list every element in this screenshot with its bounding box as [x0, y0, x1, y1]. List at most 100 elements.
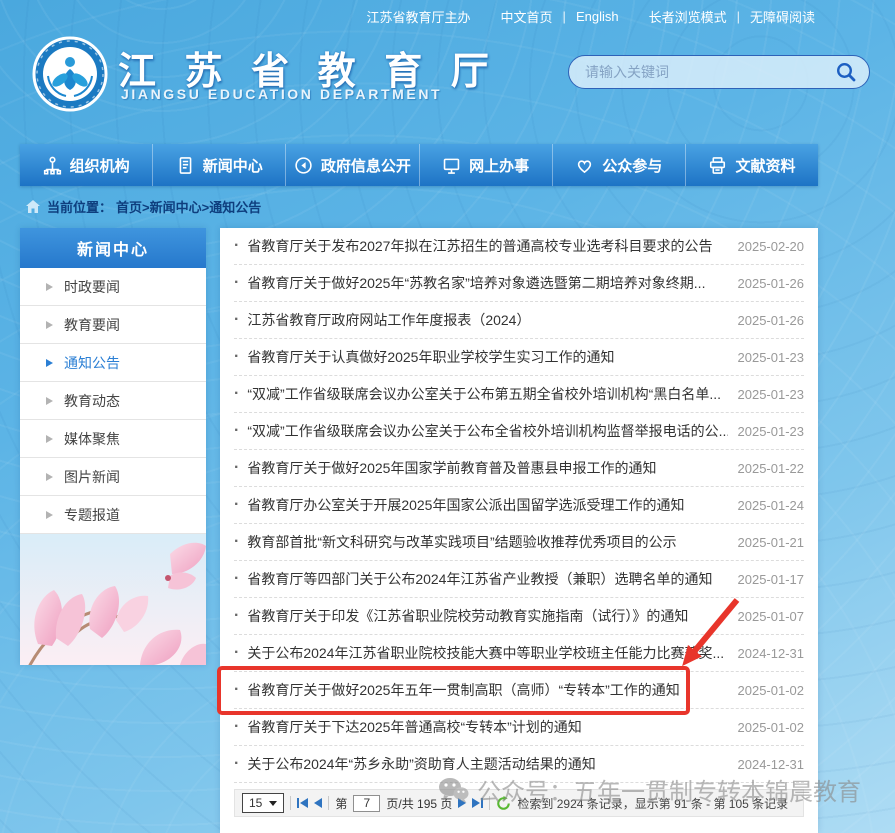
- first-page-button[interactable]: [297, 798, 308, 808]
- sidebar-item-时政要闻[interactable]: 时政要闻: [20, 268, 206, 306]
- notice-row: ·省教育厅关于做好2025年“苏教名家”培养对象遴选暨第二期培养对象终期...2…: [234, 265, 804, 302]
- topbar: 江苏省教育厅主办 中文首页 | English 长者浏览模式 | 无障碍阅读: [367, 7, 815, 26]
- nav-item-新闻中心[interactable]: 新闻中心: [153, 144, 286, 186]
- topbar-group: 长者浏览模式 | 无障碍阅读: [649, 7, 815, 26]
- notice-date: 2025-01-23: [738, 387, 805, 402]
- nav-item-label: 组织机构: [70, 155, 130, 176]
- nav-item-网上办事[interactable]: 网上办事: [420, 144, 553, 186]
- notice-title-link[interactable]: 江苏省教育厅政府网站工作年度报表（2024）: [247, 310, 727, 330]
- notice-title-link[interactable]: 省教育厅关于印发《江苏省职业院校劳动教育实施指南（试行）》的通知: [247, 606, 727, 626]
- notice-row: ·省教育厅关于认真做好2025年职业学校学生实习工作的通知2025-01-23: [234, 339, 804, 376]
- nav-item-政府信息公开[interactable]: 政府信息公开: [286, 144, 419, 186]
- site-logo[interactable]: [32, 36, 108, 112]
- site-subtitle-en: JIANGSU EDUCATION DEPARTMENT: [121, 86, 442, 102]
- triangle-icon: [46, 435, 53, 443]
- notice-date: 2025-01-07: [738, 609, 805, 624]
- nav-item-label: 政府信息公开: [321, 155, 411, 176]
- triangle-icon: [46, 321, 53, 329]
- bullet-icon: ·: [234, 755, 239, 773]
- search-input[interactable]: [585, 64, 835, 80]
- nav-item-组织机构[interactable]: 组织机构: [20, 144, 153, 186]
- topbar-link[interactable]: 无障碍阅读: [750, 7, 815, 26]
- breadcrumb: 当前位置： 首页>新闻中心>通知公告: [26, 197, 261, 216]
- notice-date: 2025-01-21: [738, 535, 805, 550]
- topbar-link[interactable]: 长者浏览模式: [649, 7, 727, 26]
- bullet-icon: ·: [234, 644, 239, 662]
- news-doc-icon: [176, 156, 195, 175]
- triangle-icon: [46, 359, 53, 367]
- archive-icon: [708, 156, 727, 175]
- bullet-icon: ·: [234, 496, 239, 514]
- notice-list: · 省教育厅关于发布2027年拟在江苏招生的普通高校专业选考科目要求的公告 2025…: [220, 228, 818, 783]
- sidebar-item-label: 时政要闻: [64, 277, 120, 297]
- last-page-button[interactable]: [472, 798, 483, 808]
- topbar-link[interactable]: English: [576, 9, 619, 24]
- sidebar-item-专题报道[interactable]: 专题报道: [20, 496, 206, 534]
- topbar-link[interactable]: 江苏省教育厅主办: [367, 7, 471, 26]
- divider: [290, 796, 291, 810]
- notice-title-link[interactable]: 省教育厅关于发布2027年拟在江苏招生的普通高校专业选考科目要求的公告: [247, 236, 727, 256]
- notice-row: · 省教育厅关于印发《江苏省职业院校劳动教育实施指南（试行）》的通知 2025-01…: [234, 598, 804, 635]
- sidebar-item-label: 媒体聚焦: [64, 429, 120, 449]
- notice-title-link[interactable]: “双减”工作省级联席会议办公室关于公布全省校外培训机构监督举报电话的公...: [247, 421, 727, 441]
- notice-row: ·江苏省教育厅政府网站工作年度报表（2024）2025-01-26: [234, 302, 804, 339]
- notice-title-link[interactable]: 省教育厅关于做好2025年“苏教名家”培养对象遴选暨第二期培养对象终期...: [247, 273, 727, 293]
- notice-date: 2025-02-20: [738, 239, 805, 254]
- nav-item-label: 文献资料: [735, 155, 795, 176]
- sidebar-item-教育要闻[interactable]: 教育要闻: [20, 306, 206, 344]
- page-size-value: 15: [249, 796, 262, 810]
- bullet-icon: ·: [234, 718, 239, 736]
- bullet-icon: ·: [234, 311, 239, 329]
- sidebar-item-媒体聚焦[interactable]: 媒体聚焦: [20, 420, 206, 458]
- search-icon[interactable]: [835, 61, 857, 83]
- refresh-icon[interactable]: [496, 796, 511, 811]
- bullet-icon: ·: [234, 348, 239, 366]
- next-page-button[interactable]: [458, 798, 466, 808]
- sidebar-item-图片新闻[interactable]: 图片新闻: [20, 458, 206, 496]
- bullet-icon: ·: [234, 681, 239, 699]
- magnolia-flower-image: [20, 534, 206, 665]
- notice-title-link[interactable]: 省教育厅办公室关于开展2025年国家公派出国留学选派受理工作的通知: [247, 495, 727, 515]
- notice-title-link[interactable]: 省教育厅关于下达2025年普通高校“专转本”计划的通知: [247, 717, 727, 737]
- notice-title-link[interactable]: 省教育厅关于做好2025年五年一贯制高职（高师）“专转本”工作的通知: [247, 680, 727, 700]
- notice-title-link[interactable]: 关于公布2024年江苏省职业院校技能大赛中等职业学校班主任能力比赛获奖...: [247, 643, 727, 663]
- sidebar-item-教育动态[interactable]: 教育动态: [20, 382, 206, 420]
- bullet-icon: ·: [234, 459, 239, 477]
- page: 江苏省教育厅主办中文首页|English长者浏览模式|无障碍阅读 江 苏 省 教…: [0, 0, 895, 833]
- notice-title-link[interactable]: 关于公布2024年“苏乡永助”资助育人主题活动结果的通知: [247, 754, 727, 774]
- chevron-down-icon: [269, 801, 277, 806]
- page-number-input[interactable]: [353, 795, 380, 812]
- divider: [489, 796, 490, 810]
- sidebar-item-通知公告[interactable]: 通知公告: [20, 344, 206, 382]
- notice-date: 2024-12-31: [738, 757, 805, 772]
- notice-title-link[interactable]: 教育部首批“新文科研究与改革实践项目”结题验收推荐优秀项目的公示: [247, 532, 727, 552]
- search-box: [568, 55, 870, 89]
- notice-row: · “双减”工作省级联席会议办公室关于公布第五期全省校外培训机构“黑白名单... 2…: [234, 376, 804, 413]
- nav-item-公众参与[interactable]: 公众参与: [553, 144, 686, 186]
- bullet-icon: ·: [234, 385, 239, 403]
- sidebar-item-label: 通知公告: [64, 353, 120, 373]
- notice-row: ·省教育厅等四部门关于公布2024年江苏省产业教授（兼职）选聘名单的通知2025…: [234, 561, 804, 598]
- page-size-select[interactable]: 15: [242, 793, 284, 813]
- notice-title-link[interactable]: “双减”工作省级联席会议办公室关于公布第五期全省校外培训机构“黑白名单...: [247, 384, 727, 404]
- bullet-icon: ·: [234, 274, 239, 292]
- page-label-prefix: 第: [335, 795, 347, 812]
- triangle-icon: [46, 511, 53, 519]
- notice-title-link[interactable]: 省教育厅等四部门关于公布2024年江苏省产业教授（兼职）选聘名单的通知: [247, 569, 727, 589]
- page-label-suffix: 页/共 195 页: [386, 795, 452, 812]
- nav-item-label: 公众参与: [602, 155, 662, 176]
- breadcrumb-path[interactable]: 首页>新闻中心>通知公告: [116, 197, 261, 216]
- bullet-icon: ·: [234, 607, 239, 625]
- nav-item-文献资料[interactable]: 文献资料: [686, 144, 818, 186]
- notice-row: ·关于公布2024年江苏省职业院校技能大赛中等职业学校班主任能力比赛获奖...2…: [234, 635, 804, 672]
- notice-date: 2025-01-02: [738, 720, 805, 735]
- notice-date: 2025-01-17: [738, 572, 805, 587]
- divider: |: [737, 9, 740, 24]
- notice-title-link[interactable]: 省教育厅关于认真做好2025年职业学校学生实习工作的通知: [247, 347, 727, 367]
- prev-page-button[interactable]: [314, 798, 322, 808]
- topbar-link[interactable]: 中文首页: [501, 7, 553, 26]
- result-count-text: 检索到 2924 条记录，显示第 91 条 - 第 105 条记录: [517, 795, 788, 812]
- triangle-icon: [46, 473, 53, 481]
- notice-title-link[interactable]: 省教育厅关于做好2025年国家学前教育普及普惠县申报工作的通知: [247, 458, 727, 478]
- notice-date: 2025-01-23: [738, 424, 805, 439]
